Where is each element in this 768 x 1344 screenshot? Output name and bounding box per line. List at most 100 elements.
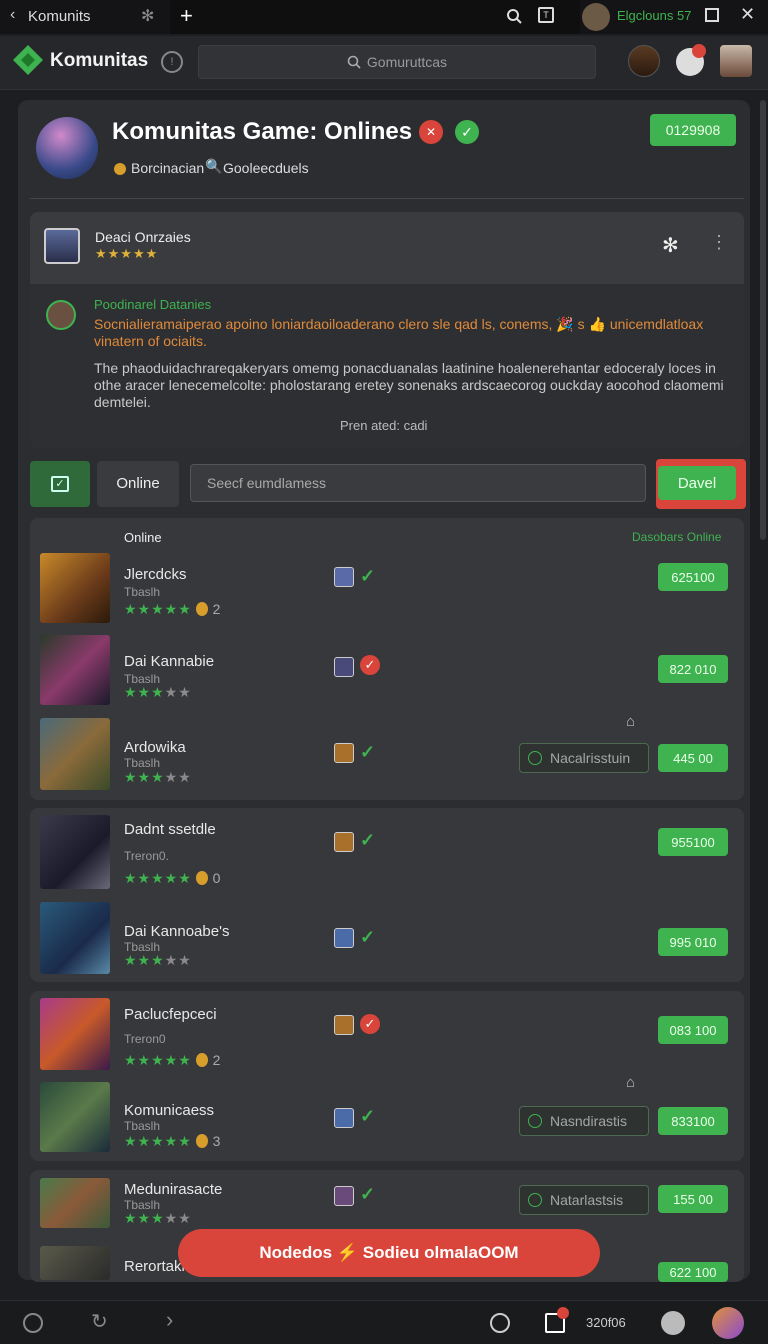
notification-badge [692, 44, 706, 58]
coin-icon [195, 871, 208, 885]
search-icon [347, 55, 361, 69]
game-thumbnail[interactable] [40, 815, 110, 889]
more-icon[interactable]: ⋮ [710, 232, 728, 253]
user-avatar[interactable] [582, 3, 610, 31]
profile-avatar-1[interactable] [628, 45, 660, 77]
translate-icon[interactable]: T [538, 7, 554, 23]
zoom-icon[interactable] [490, 1313, 510, 1333]
post-author[interactable]: Deaci Onrzaies [95, 229, 191, 245]
logo-icon[interactable] [12, 44, 44, 76]
tab-title[interactable]: Komunits [28, 8, 91, 25]
status-label: Natarlastsis [550, 1192, 624, 1208]
list-header-right[interactable]: Dasobars Online [632, 530, 721, 544]
game-thumbnail[interactable] [40, 718, 110, 790]
info-icon[interactable]: ! [161, 51, 183, 73]
user-badge-icon [334, 928, 354, 948]
game-name[interactable]: Medunirasacte [124, 1181, 222, 1198]
filter-action-button[interactable]: Davel [658, 466, 736, 500]
game-thumbnail[interactable] [40, 1082, 110, 1152]
community-avatar [36, 117, 98, 179]
game-rating: ★★★★★ [124, 952, 192, 968]
list-header-left[interactable]: Online [124, 530, 162, 545]
close-icon[interactable]: ✕ [740, 4, 755, 25]
home-icon[interactable]: ⌂ [626, 1074, 635, 1091]
game-name[interactable]: Dai Kannoabe's [124, 923, 229, 940]
header-action-button[interactable]: 0129908 [650, 114, 736, 146]
toast-notification[interactable]: Nodedos ⚡ Sodieu olmalaOOM [178, 1229, 600, 1277]
price-button[interactable]: 995 010 [658, 928, 728, 956]
price-button[interactable]: 625100 [658, 563, 728, 591]
status-button[interactable]: Nasndirastis [519, 1106, 649, 1136]
game-name[interactable]: Paclucfepceci [124, 1006, 217, 1023]
game-name[interactable]: Dai Kannabie [124, 653, 214, 670]
game-thumbnail[interactable] [40, 1246, 110, 1280]
profile-avatar-2[interactable] [720, 45, 752, 77]
user-badge-icon [334, 1186, 354, 1206]
status-label: Nasndirastis [550, 1113, 628, 1129]
check-green-icon: ✓ [360, 1184, 376, 1204]
checkbox-icon: ✓ [51, 476, 69, 492]
user-label[interactable]: Elgclouns 57 [617, 8, 691, 23]
price-button[interactable]: 955100 [658, 828, 728, 856]
filter-search-input[interactable]: Seecf eumdlamess [190, 464, 646, 502]
home-nav-icon[interactable] [23, 1313, 43, 1333]
game-name[interactable]: Jlercdcks [124, 566, 187, 583]
game-name[interactable]: Dadnt ssetdle [124, 821, 216, 838]
game-rating: ★★★★★ 2 [124, 1052, 222, 1068]
game-rating: ★★★★★ 2 [124, 601, 222, 617]
check-red-icon: ✓ [360, 655, 380, 675]
game-thumbnail[interactable] [40, 998, 110, 1070]
post-author-avatar[interactable] [44, 228, 80, 264]
page-title: Komunitas Game: Onlines [112, 118, 413, 145]
search-icon[interactable] [506, 8, 522, 24]
forward-icon[interactable]: › [166, 1307, 173, 1333]
scrollbar[interactable] [760, 100, 766, 540]
profile-icon[interactable] [712, 1307, 744, 1339]
game-rating: ★★★★★ 0 [124, 870, 222, 886]
check-green-icon: ✓ [360, 830, 376, 850]
section-label: Poodinarel Datanies [94, 297, 212, 312]
bottom-toolbar: ↻ › 320f06 [0, 1300, 768, 1344]
game-thumbnail[interactable] [40, 902, 110, 974]
gear-icon[interactable]: ✻ [141, 6, 154, 26]
brand-name[interactable]: Komunitas [50, 50, 148, 72]
user-badge-icon [334, 832, 354, 852]
pin-icon[interactable]: ✕ [419, 120, 443, 144]
back-icon[interactable]: ‹ [10, 6, 15, 24]
game-controller-icon[interactable] [661, 1311, 685, 1335]
status-button[interactable]: Natarlastsis [519, 1185, 649, 1215]
game-name[interactable]: Komunicaess [124, 1102, 214, 1119]
filter-toggle-button[interactable]: ✓ [30, 461, 90, 507]
price-button[interactable]: 445 00 [658, 744, 728, 772]
price-button[interactable]: 083 100 [658, 1016, 728, 1044]
window-tabbar: ‹ Komunits ✻ + T Elgclouns 57 ✕ [0, 0, 768, 34]
game-rating: ★★★★★ 3 [124, 1133, 222, 1149]
check-green-icon: ✓ [360, 1106, 376, 1126]
post-footer: Pren ated: cadi [340, 418, 428, 433]
price-button[interactable]: 822 010 [658, 655, 728, 683]
price-button[interactable]: 155 00 [658, 1185, 728, 1213]
price-button[interactable]: 622 100 [658, 1262, 728, 1282]
settings-icon[interactable]: ✻ [662, 233, 679, 258]
game-thumbnail[interactable] [40, 1178, 110, 1228]
magnifier-icon: 🔍 [205, 158, 223, 174]
user-badge-icon [334, 1015, 354, 1035]
share-badge [557, 1307, 569, 1319]
game-name[interactable]: Ardowika [124, 739, 186, 756]
maximize-icon[interactable] [705, 8, 719, 22]
game-thumbnail[interactable] [40, 553, 110, 623]
game-rating: ★★★★★ [124, 684, 192, 700]
refresh-icon[interactable]: ↻ [91, 1309, 108, 1334]
game-name[interactable]: Rerortaki [124, 1258, 185, 1275]
game-subtitle: Treron0 [124, 1032, 166, 1046]
game-subtitle: Tbaslh [124, 1119, 161, 1133]
new-tab-icon[interactable]: + [180, 3, 193, 29]
game-thumbnail[interactable] [40, 635, 110, 705]
status-button[interactable]: Nacalrisstuin [519, 743, 649, 773]
tab-online[interactable]: Online [97, 461, 179, 507]
search-input[interactable]: Gomuruttcas [198, 45, 596, 79]
game-subtitle: Tbaslh [124, 756, 161, 770]
price-button[interactable]: 833100 [658, 1107, 728, 1135]
home-icon[interactable]: ⌂ [626, 713, 635, 730]
user-badge-icon [334, 567, 354, 587]
